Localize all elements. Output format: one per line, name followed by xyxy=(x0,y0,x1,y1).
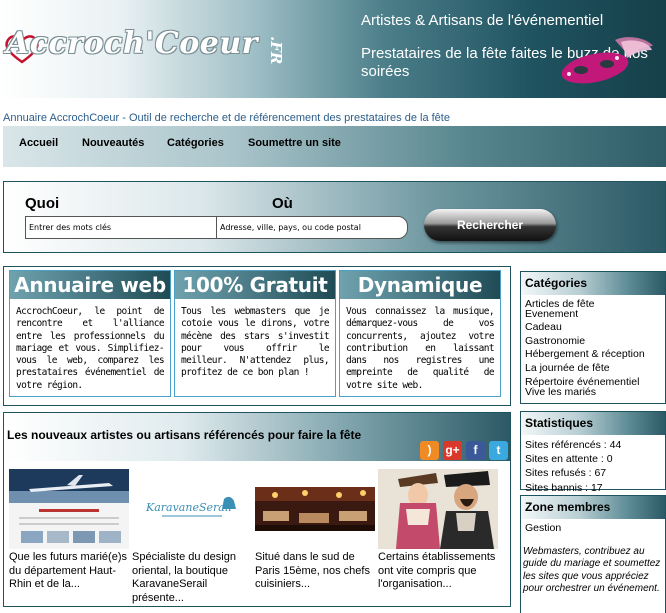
feature-text: Tous les webmasters que je cotoie vous l… xyxy=(181,306,330,379)
feature-card: Dynamique Vous connaissez la musique, dé… xyxy=(339,270,501,397)
category-link[interactable]: Cadeau xyxy=(525,321,665,335)
karavaneserail-brand: KaravaneSerail xyxy=(145,501,232,514)
feature-title: Dynamique xyxy=(340,271,500,299)
site-caption[interactable]: Que les futurs marié(e)s du département … xyxy=(9,551,129,592)
nav-soumettre[interactable]: Soumettre un site xyxy=(248,137,341,149)
stat-item: Sites refusés : 67 xyxy=(525,467,607,480)
statistics-box: Statistiques Sites référencés : 44 Sites… xyxy=(520,411,666,494)
categories-box: Catégories Articles de fête Evenement Ca… xyxy=(520,271,666,404)
site-subtitle[interactable]: Annuaire AccrochCoeur - Outil de recherc… xyxy=(3,112,450,124)
category-link[interactable]: Hébergement & réception xyxy=(525,348,665,362)
where-input[interactable] xyxy=(216,216,408,239)
category-link[interactable]: Vive les mariés xyxy=(525,386,665,400)
category-link[interactable]: Evenement xyxy=(525,308,665,322)
what-label: Quoi xyxy=(25,195,60,212)
categories-list: Articles de fête Evenement Cadeau Gastro… xyxy=(521,295,665,400)
feature-text: Vous connaissez la musique, démarquez-vo… xyxy=(346,306,495,391)
nav-nouveautes[interactable]: Nouveautés xyxy=(82,137,144,149)
site-thumbnail[interactable] xyxy=(255,469,375,549)
feature-title: 100% Gratuit xyxy=(175,271,335,299)
category-link[interactable]: La journée de fête xyxy=(525,362,665,376)
site-caption[interactable]: Certains établissements ont vite compris… xyxy=(378,551,498,592)
new-sites-panel: Les nouveaux artistes ou artisans référe… xyxy=(3,412,511,607)
search-panel: Quoi Où Rechercher xyxy=(3,181,666,253)
twitter-icon[interactable]: t xyxy=(489,441,508,460)
carnival-mask-icon xyxy=(561,37,653,84)
logo-suffix: .FR xyxy=(267,36,285,65)
nav-categories[interactable]: Catégories xyxy=(167,137,224,149)
main-nav: Accueil Nouveautés Catégories Soumettre … xyxy=(3,126,666,167)
statistics-title: Statistiques xyxy=(521,412,665,435)
categories-title: Catégories xyxy=(521,272,665,295)
statistics-list: Sites référencés : 44 Sites en attente :… xyxy=(521,435,665,495)
search-button[interactable]: Rechercher xyxy=(424,209,556,241)
rss-icon[interactable]: ) xyxy=(420,441,439,460)
site-caption[interactable]: Spécialiste du design oriental, la bouti… xyxy=(132,551,252,605)
stat-item: Sites bannis : 17 xyxy=(525,481,603,494)
site-thumbnail[interactable] xyxy=(9,469,129,549)
where-label: Où xyxy=(272,195,293,212)
site-header: Accroch'Coeur .FR Artistes & Artisans de… xyxy=(0,0,666,98)
category-link[interactable]: Gastronomie xyxy=(525,335,665,349)
facebook-icon[interactable]: f xyxy=(466,441,485,460)
site-thumbnail[interactable] xyxy=(378,469,498,549)
members-box: Zone membres Gestion Webmasters, contrib… xyxy=(520,495,666,613)
new-sites-header: Les nouveaux artistes ou artisans référe… xyxy=(4,413,510,461)
new-sites-title: Les nouveaux artistes ou artisans référe… xyxy=(7,428,362,442)
header-tagline: Artistes & Artisans de l'événementiel xyxy=(361,12,604,29)
members-note: Webmasters, contribuez au guide du maria… xyxy=(523,545,661,595)
stat-item: Sites référencés : 44 xyxy=(525,439,622,451)
what-input[interactable] xyxy=(25,216,217,239)
members-gestion-link[interactable]: Gestion xyxy=(525,522,665,536)
feature-title: Annuaire web xyxy=(10,271,170,299)
feature-card: 100% Gratuit Tous les webmasters que je … xyxy=(174,270,336,397)
feature-text: AccrochCoeur, le point de rencontre et l… xyxy=(16,306,165,391)
site-caption[interactable]: Situé dans le sud de Paris 15ème, nos ch… xyxy=(255,551,375,592)
google-plus-icon[interactable]: g+ xyxy=(443,441,462,460)
site-thumbnail[interactable]: KaravaneSerail xyxy=(132,469,252,549)
nav-accueil[interactable]: Accueil xyxy=(19,137,58,149)
site-logo[interactable]: Accroch'Coeur xyxy=(6,26,258,61)
members-title: Zone membres xyxy=(521,496,665,519)
features-panel: Annuaire web AccrochCoeur, le point de r… xyxy=(3,266,511,406)
feature-card: Annuaire web AccrochCoeur, le point de r… xyxy=(9,270,171,397)
stat-item: Sites en attente : 0 xyxy=(525,453,613,466)
